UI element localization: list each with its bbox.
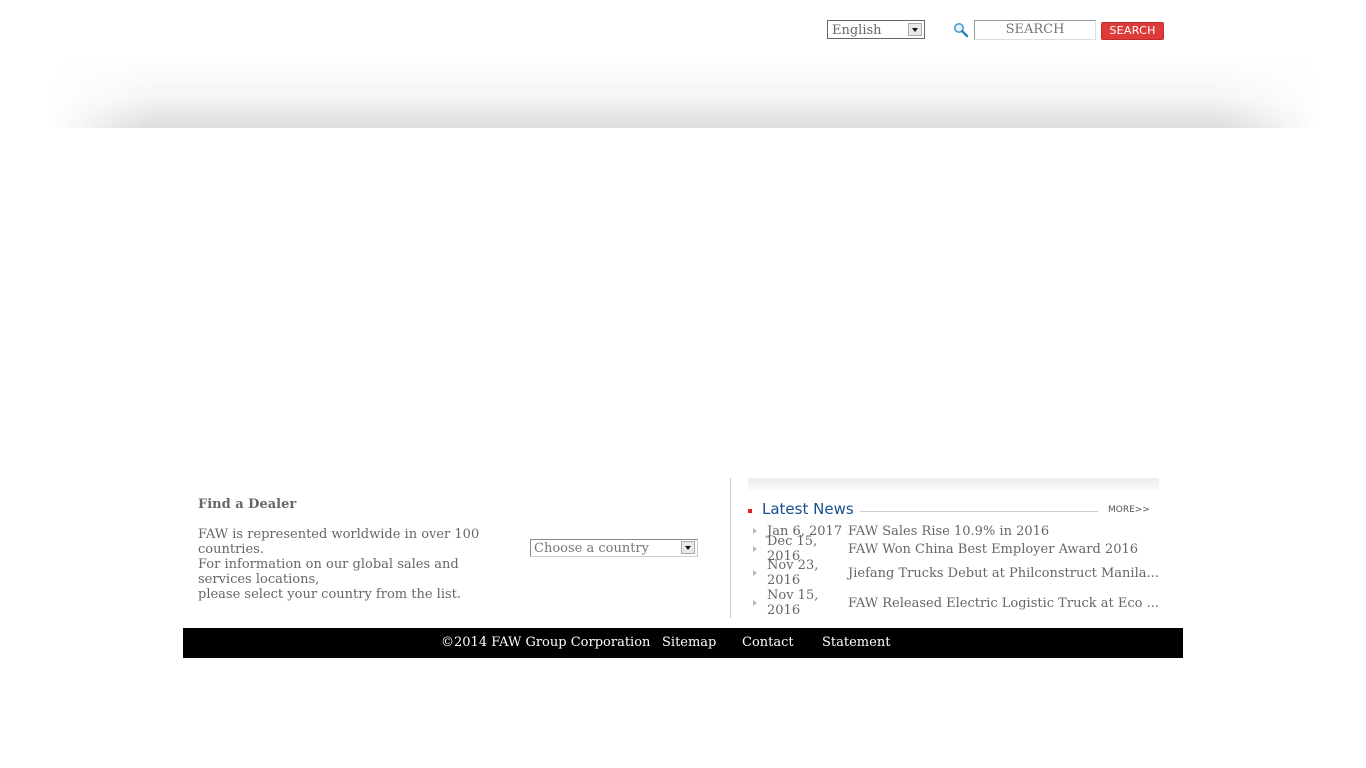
footer-link-contact[interactable]: Contact bbox=[742, 635, 794, 650]
section-divider bbox=[730, 478, 731, 618]
arrow-right-icon bbox=[748, 596, 767, 611]
news-title-rule bbox=[860, 511, 1098, 512]
news-more-link[interactable]: MORE>> bbox=[1108, 505, 1150, 515]
find-dealer-description: FAW is represented worldwide in over 100… bbox=[198, 527, 528, 602]
news-title: Latest News bbox=[762, 500, 854, 518]
news-headline-link[interactable]: Jiefang Trucks Debut at Philconstruct Ma… bbox=[848, 566, 1159, 581]
news-list: Jan 6, 2017 FAW Sales Rise 10.9% in 2016… bbox=[748, 522, 1159, 618]
news-item[interactable]: Nov 23, 2016 Jiefang Trucks Debut at Phi… bbox=[748, 558, 1159, 588]
footer-copyright: ©2014 FAW Group Corporation bbox=[441, 635, 651, 650]
news-item[interactable]: Nov 15, 2016 FAW Released Electric Logis… bbox=[748, 588, 1159, 618]
news-item[interactable]: Dec 15, 2016 FAW Won China Best Employer… bbox=[748, 534, 1148, 564]
arrow-right-icon bbox=[748, 566, 767, 581]
news-bullet-icon bbox=[748, 509, 752, 513]
footer: ©2014 FAW Group Corporation Sitemap Cont… bbox=[183, 628, 1183, 658]
news-date: Nov 15, 2016 bbox=[767, 588, 819, 618]
chevron-down-icon[interactable] bbox=[908, 23, 922, 36]
search-button[interactable]: SEARCH bbox=[1101, 22, 1164, 40]
news-header-bar bbox=[748, 478, 1159, 490]
chevron-down-icon[interactable] bbox=[681, 541, 695, 554]
news-headline-link[interactable]: FAW Won China Best Employer Award 2016 bbox=[848, 542, 1148, 557]
search-icon bbox=[954, 23, 969, 38]
footer-link-statement[interactable]: Statement bbox=[822, 635, 890, 650]
dealer-description-line: please select your country from the list… bbox=[198, 587, 462, 602]
footer-link-sitemap[interactable]: Sitemap bbox=[662, 635, 716, 650]
country-select-value: Choose a country bbox=[534, 541, 649, 556]
find-dealer-title: Find a Dealer bbox=[198, 497, 297, 512]
arrow-right-icon bbox=[748, 542, 767, 557]
header-banner-shadow bbox=[50, 55, 1320, 128]
language-select-value: English bbox=[832, 23, 882, 38]
news-headline-link[interactable]: FAW Sales Rise 10.9% in 2016 bbox=[848, 524, 1148, 539]
dealer-description-line: FAW is represented worldwide in over 100… bbox=[198, 527, 480, 557]
search-input[interactable] bbox=[974, 20, 1096, 40]
language-select[interactable]: English bbox=[827, 20, 925, 39]
dealer-description-line: For information on our global sales and … bbox=[198, 557, 459, 587]
arrow-right-icon bbox=[748, 524, 767, 539]
news-headline-link[interactable]: FAW Released Electric Logistic Truck at … bbox=[848, 596, 1159, 611]
country-select[interactable]: Choose a country bbox=[530, 539, 698, 557]
news-date: Nov 23, 2016 bbox=[767, 558, 819, 588]
